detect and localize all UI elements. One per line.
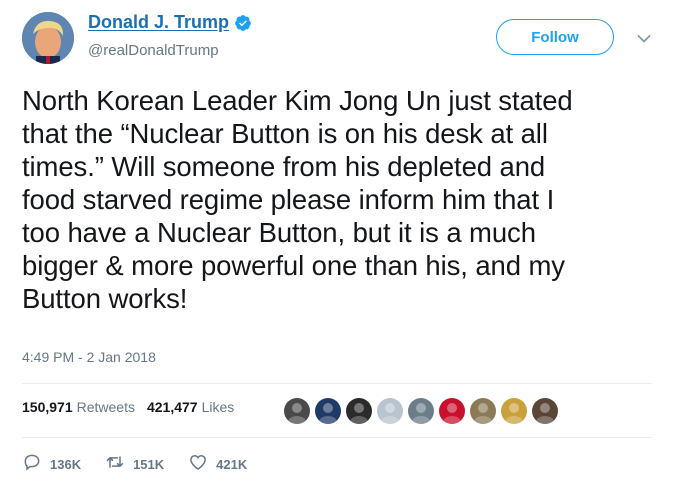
user-name-row: Donald J. Trump xyxy=(88,12,252,33)
tweet-card: Donald J. Trump @realDonaldTrump Follow … xyxy=(0,0,673,495)
liker-avatars xyxy=(284,398,563,424)
tweet-timestamp[interactable]: 4:49 PM - 2 Jan 2018 xyxy=(22,349,156,365)
reply-button[interactable]: 136K xyxy=(22,452,81,477)
liker-avatar[interactable] xyxy=(439,398,465,424)
liker-avatar[interactable] xyxy=(532,398,558,424)
liker-avatar[interactable] xyxy=(315,398,341,424)
retweet-count: 151K xyxy=(133,457,165,472)
reply-icon xyxy=(22,452,42,477)
likes-stat[interactable]: 421,477 Likes xyxy=(147,399,234,415)
verified-badge-icon xyxy=(234,14,252,32)
like-count: 421K xyxy=(216,457,248,472)
liker-avatar[interactable] xyxy=(501,398,527,424)
liker-avatar[interactable] xyxy=(284,398,310,424)
liker-avatar[interactable] xyxy=(470,398,496,424)
liker-avatar[interactable] xyxy=(346,398,372,424)
profile-avatar[interactable] xyxy=(22,12,74,64)
heart-icon xyxy=(188,452,208,477)
tweet-stats: 150,971 Retweets 421,477 Likes xyxy=(22,399,246,415)
user-handle[interactable]: @realDonaldTrump xyxy=(88,42,219,59)
tweet-actions: 136K 151K 421K xyxy=(22,452,271,477)
liker-avatar[interactable] xyxy=(377,398,403,424)
tweet-text: North Korean Leader Kim Jong Un just sta… xyxy=(22,85,573,314)
liker-avatar[interactable] xyxy=(408,398,434,424)
retweets-label: Retweets xyxy=(76,399,135,415)
display-name-link[interactable]: Donald J. Trump xyxy=(88,12,229,33)
retweets-stat[interactable]: 150,971 Retweets xyxy=(22,399,135,415)
retweets-count: 150,971 xyxy=(22,399,73,415)
likes-count: 421,477 xyxy=(146,399,198,415)
likes-label: Likes xyxy=(201,399,235,415)
reply-count: 136K xyxy=(50,457,82,472)
retweet-button[interactable]: 151K xyxy=(105,452,164,477)
follow-button[interactable]: Follow xyxy=(496,19,614,55)
chevron-down-icon[interactable] xyxy=(637,31,651,43)
like-button[interactable]: 421K xyxy=(188,452,247,477)
divider-bottom xyxy=(22,437,652,438)
retweet-icon xyxy=(105,452,125,477)
divider-top xyxy=(22,383,652,384)
